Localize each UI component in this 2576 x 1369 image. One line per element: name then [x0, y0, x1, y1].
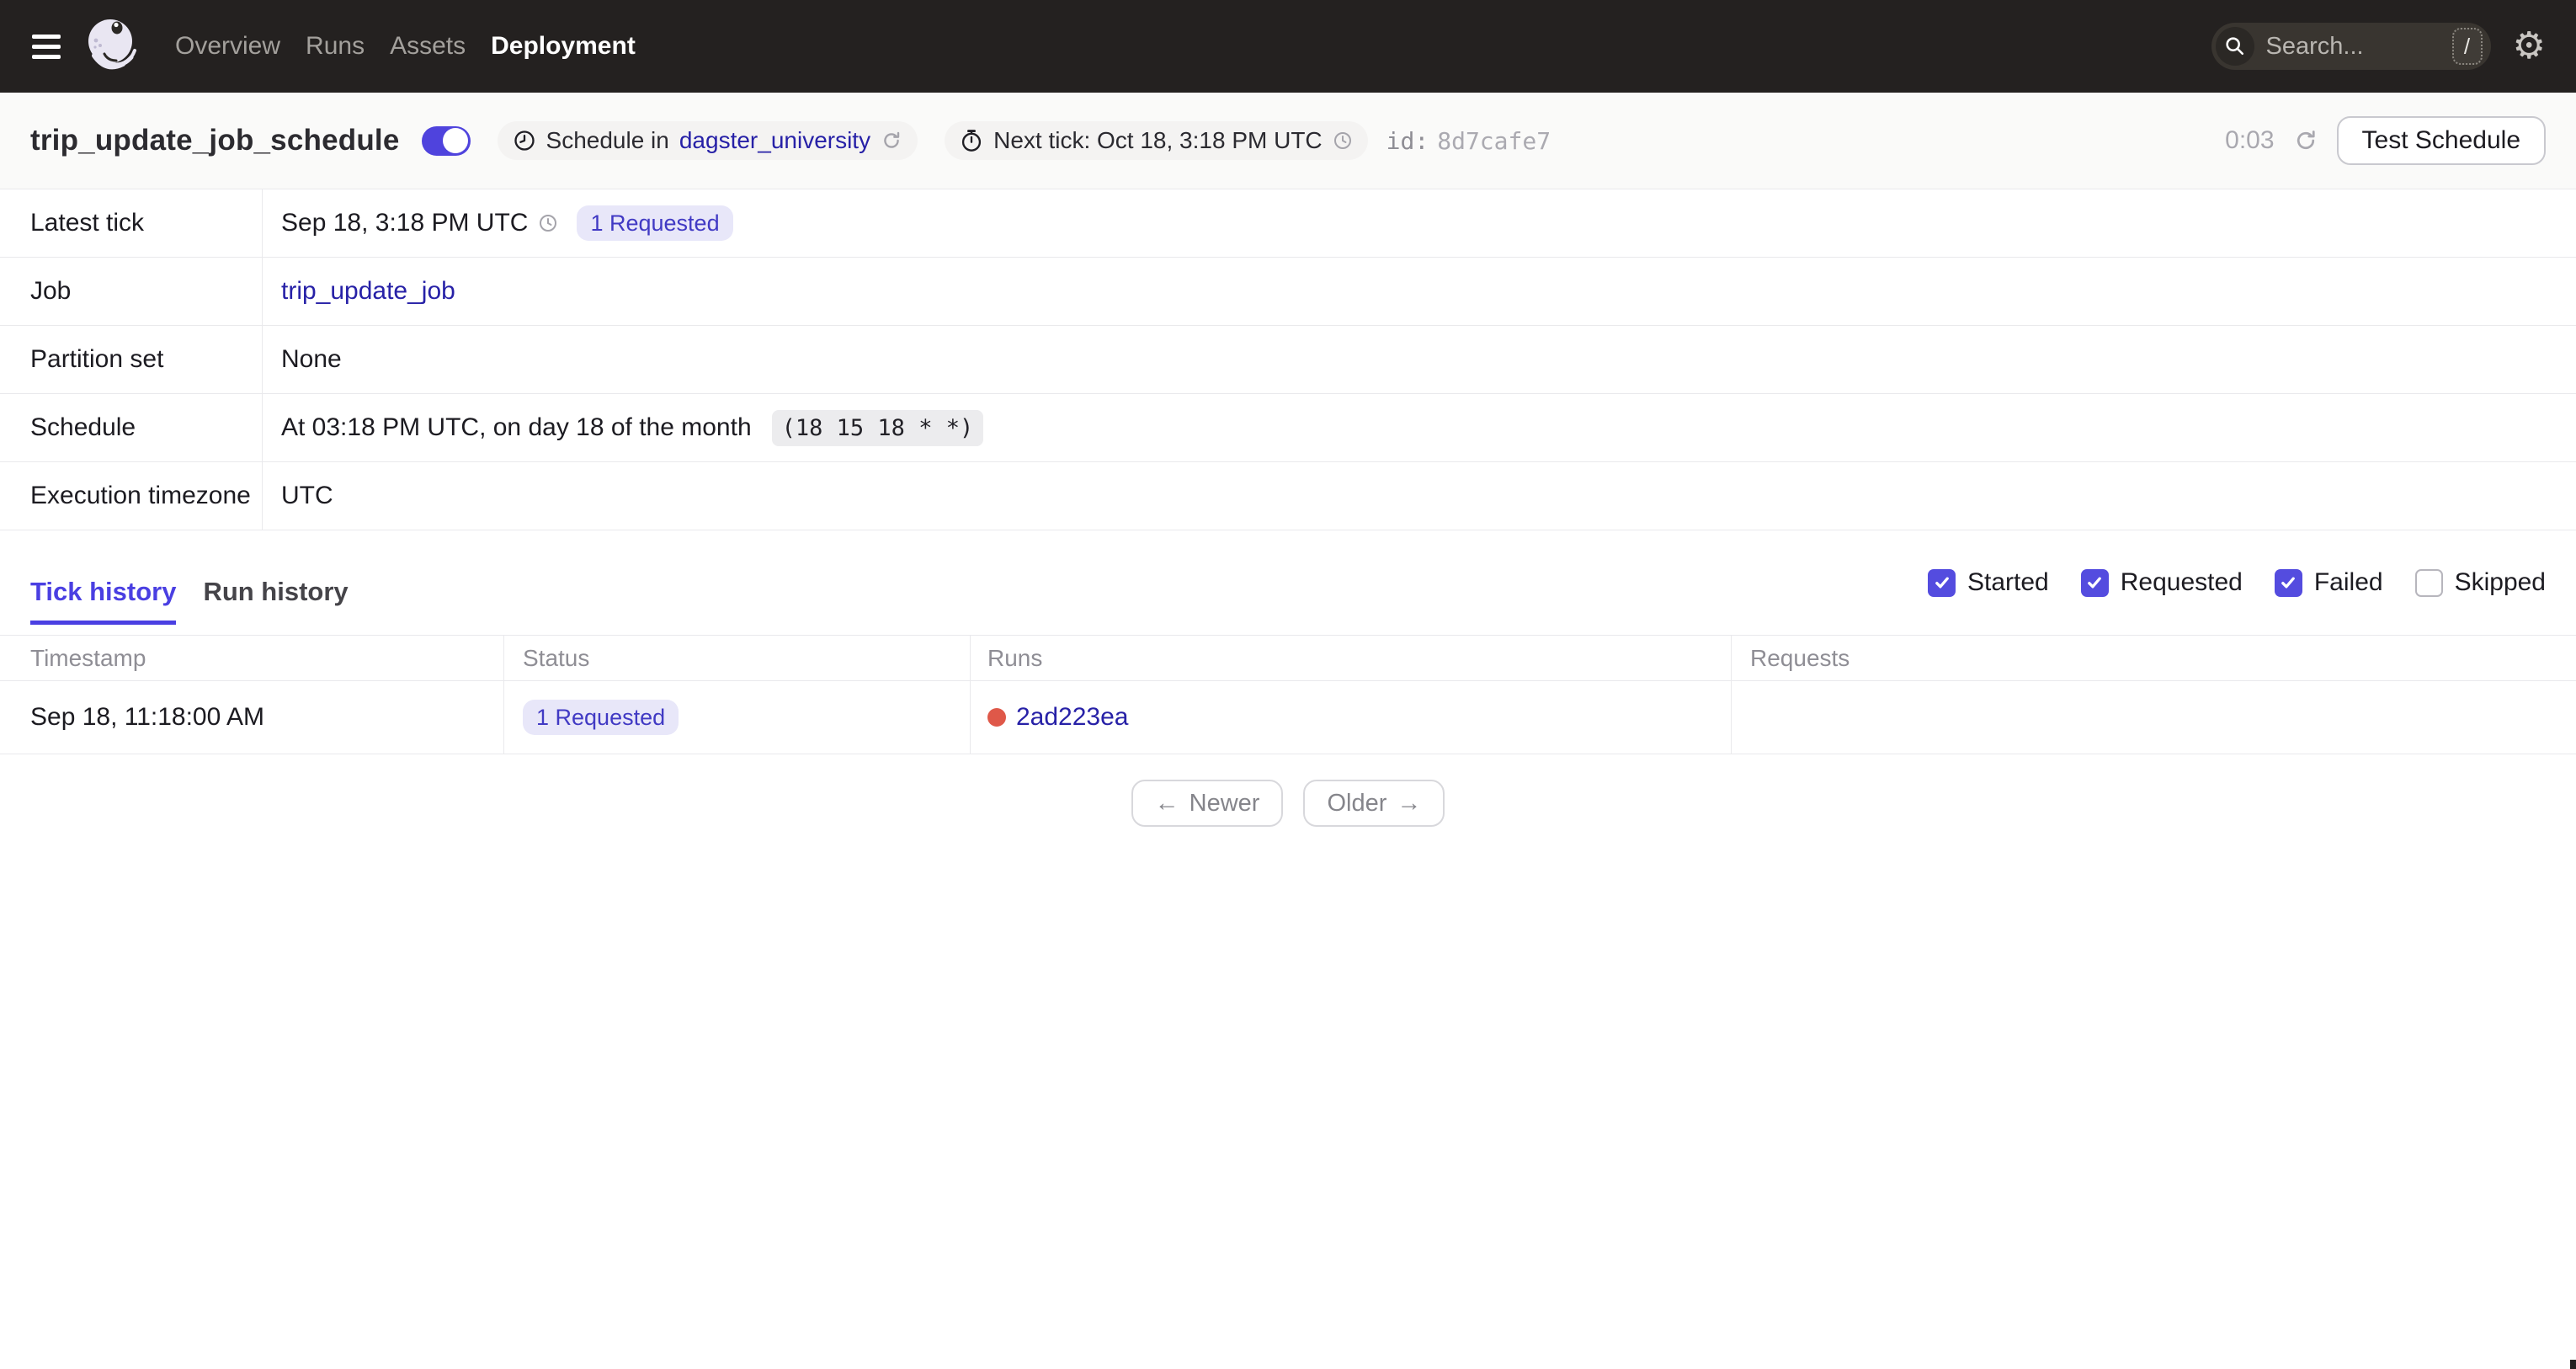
filter-label: Requested	[2120, 568, 2243, 596]
toggle-knob	[443, 128, 469, 153]
run-id-link[interactable]: 2ad223ea	[1016, 703, 1128, 732]
id-label: id:	[1386, 126, 1429, 155]
schedule-in-text: Schedule in	[546, 127, 669, 153]
refresh-icon[interactable]	[2293, 128, 2318, 153]
arrow-left-icon: ←	[1154, 789, 1179, 817]
page-title: trip_update_job_schedule	[30, 124, 400, 157]
arrow-right-icon: →	[1397, 789, 1422, 817]
filter-started[interactable]: Started	[1928, 568, 2049, 597]
detail-label: Partition set	[0, 326, 263, 393]
reload-location-icon[interactable]	[881, 130, 902, 152]
search-icon	[2215, 27, 2254, 66]
table-row: Sep 18, 11:18:00 AM 1 Requested 2ad223ea	[0, 681, 2576, 754]
schedule-location-pill: Schedule in dagster_university	[497, 121, 918, 160]
checkbox-failed[interactable]	[2274, 568, 2302, 597]
tab-tick-history[interactable]: Tick history	[30, 577, 177, 625]
run-status-dot-failed	[987, 708, 1006, 727]
detail-row-job: Job trip_update_job	[0, 258, 2576, 326]
job-link[interactable]: trip_update_job	[281, 277, 455, 306]
filter-label: Started	[1967, 568, 2049, 596]
tick-timestamp-cell: Sep 18, 11:18:00 AM	[30, 703, 264, 731]
checkbox-requested[interactable]	[2080, 568, 2109, 597]
filter-requested[interactable]: Requested	[2080, 568, 2243, 597]
tick-requests-cell	[1731, 681, 2576, 754]
checkbox-started[interactable]	[1928, 568, 1956, 597]
schedule-id: id: 8d7cafe7	[1386, 127, 1551, 155]
timezone-clock-icon[interactable]	[538, 213, 558, 233]
detail-label: Job	[0, 258, 263, 325]
detail-row-execution-timezone: Execution timezone UTC	[0, 462, 2576, 530]
status-filters: Started Requested Failed Skipped	[1928, 568, 2546, 597]
tab-run-history[interactable]: Run history	[203, 577, 348, 625]
nav-item-assets[interactable]: Assets	[390, 32, 466, 61]
tick-history-table: Timestamp Status Runs Requests Sep 18, 1…	[0, 635, 2576, 754]
history-tabs: Tick history Run history	[30, 577, 349, 625]
detail-label: Schedule	[0, 394, 263, 461]
detail-label: Execution timezone	[0, 462, 263, 530]
partition-set-value: None	[281, 345, 342, 373]
detail-label: Latest tick	[0, 189, 263, 257]
next-tick-text: Next tick: Oct 18, 3:18 PM UTC	[993, 127, 1323, 153]
refresh-countdown: 0:03	[2225, 126, 2275, 154]
search-bar[interactable]: /	[2211, 23, 2491, 70]
filter-label: Failed	[2313, 568, 2383, 596]
clock-icon	[513, 129, 536, 152]
schedule-details: Latest tick Sep 18, 3:18 PM UTC 1 Reques…	[0, 189, 2576, 530]
detail-row-partition-set: Partition set None	[0, 326, 2576, 394]
tick-status-badge[interactable]: 1 Requested	[523, 700, 679, 735]
tick-runs-cell: 2ad223ea	[970, 681, 1731, 754]
main-nav: Overview Runs Assets Deployment	[175, 32, 636, 61]
nav-item-runs[interactable]: Runs	[306, 32, 365, 61]
schedule-toggle[interactable]	[421, 125, 471, 156]
execution-timezone-value: UTC	[281, 482, 333, 509]
latest-tick-timestamp: Sep 18, 3:18 PM UTC	[281, 209, 529, 237]
older-button[interactable]: Older →	[1303, 780, 1445, 827]
timezone-clock-icon[interactable]	[1333, 131, 1353, 151]
nav-item-overview[interactable]: Overview	[175, 32, 280, 61]
dagster-logo[interactable]	[84, 17, 140, 76]
filter-label: Skipped	[2454, 568, 2546, 596]
nav-item-deployment[interactable]: Deployment	[491, 32, 636, 61]
cron-expression-chip: (18 15 18 * *)	[771, 409, 984, 446]
top-nav: Overview Runs Assets Deployment / ⚙	[0, 0, 2576, 93]
filter-failed[interactable]: Failed	[2274, 568, 2383, 597]
page-header: trip_update_job_schedule Schedule in dag…	[0, 93, 2576, 189]
requested-count-badge[interactable]: 1 Requested	[577, 205, 733, 241]
column-header-timestamp: Timestamp	[30, 644, 146, 671]
id-value: 8d7cafe7	[1437, 126, 1551, 155]
column-header-requests: Requests	[1731, 636, 2576, 680]
filter-skipped[interactable]: Skipped	[2414, 568, 2546, 597]
column-header-runs: Runs	[970, 636, 1731, 680]
older-label: Older	[1327, 789, 1387, 817]
checkbox-skipped[interactable]	[2414, 568, 2443, 597]
next-tick-pill: Next tick: Oct 18, 3:18 PM UTC	[945, 121, 1368, 160]
stopwatch-icon	[960, 129, 983, 152]
code-location-link[interactable]: dagster_university	[679, 127, 870, 154]
test-schedule-button[interactable]: Test Schedule	[2336, 116, 2546, 165]
search-shortcut-badge: /	[2451, 28, 2483, 65]
table-header: Timestamp Status Runs Requests	[0, 636, 2576, 681]
menu-icon[interactable]	[32, 34, 61, 59]
schedule-description: At 03:18 PM UTC, on day 18 of the month	[281, 413, 752, 441]
detail-row-schedule: Schedule At 03:18 PM UTC, on day 18 of t…	[0, 394, 2576, 462]
corner-artifact	[2570, 1360, 2576, 1369]
settings-gear-icon[interactable]: ⚙	[2513, 28, 2546, 65]
newer-button[interactable]: ← Newer	[1131, 780, 1284, 827]
column-header-status: Status	[503, 636, 970, 680]
detail-row-latest-tick: Latest tick Sep 18, 3:18 PM UTC 1 Reques…	[0, 189, 2576, 258]
pagination: ← Newer Older →	[0, 780, 2576, 827]
search-input[interactable]	[2254, 32, 2452, 61]
tick-status-cell: 1 Requested	[503, 681, 970, 754]
newer-label: Newer	[1189, 789, 1260, 817]
history-tabs-row: Tick history Run history Started Request…	[0, 530, 2576, 635]
